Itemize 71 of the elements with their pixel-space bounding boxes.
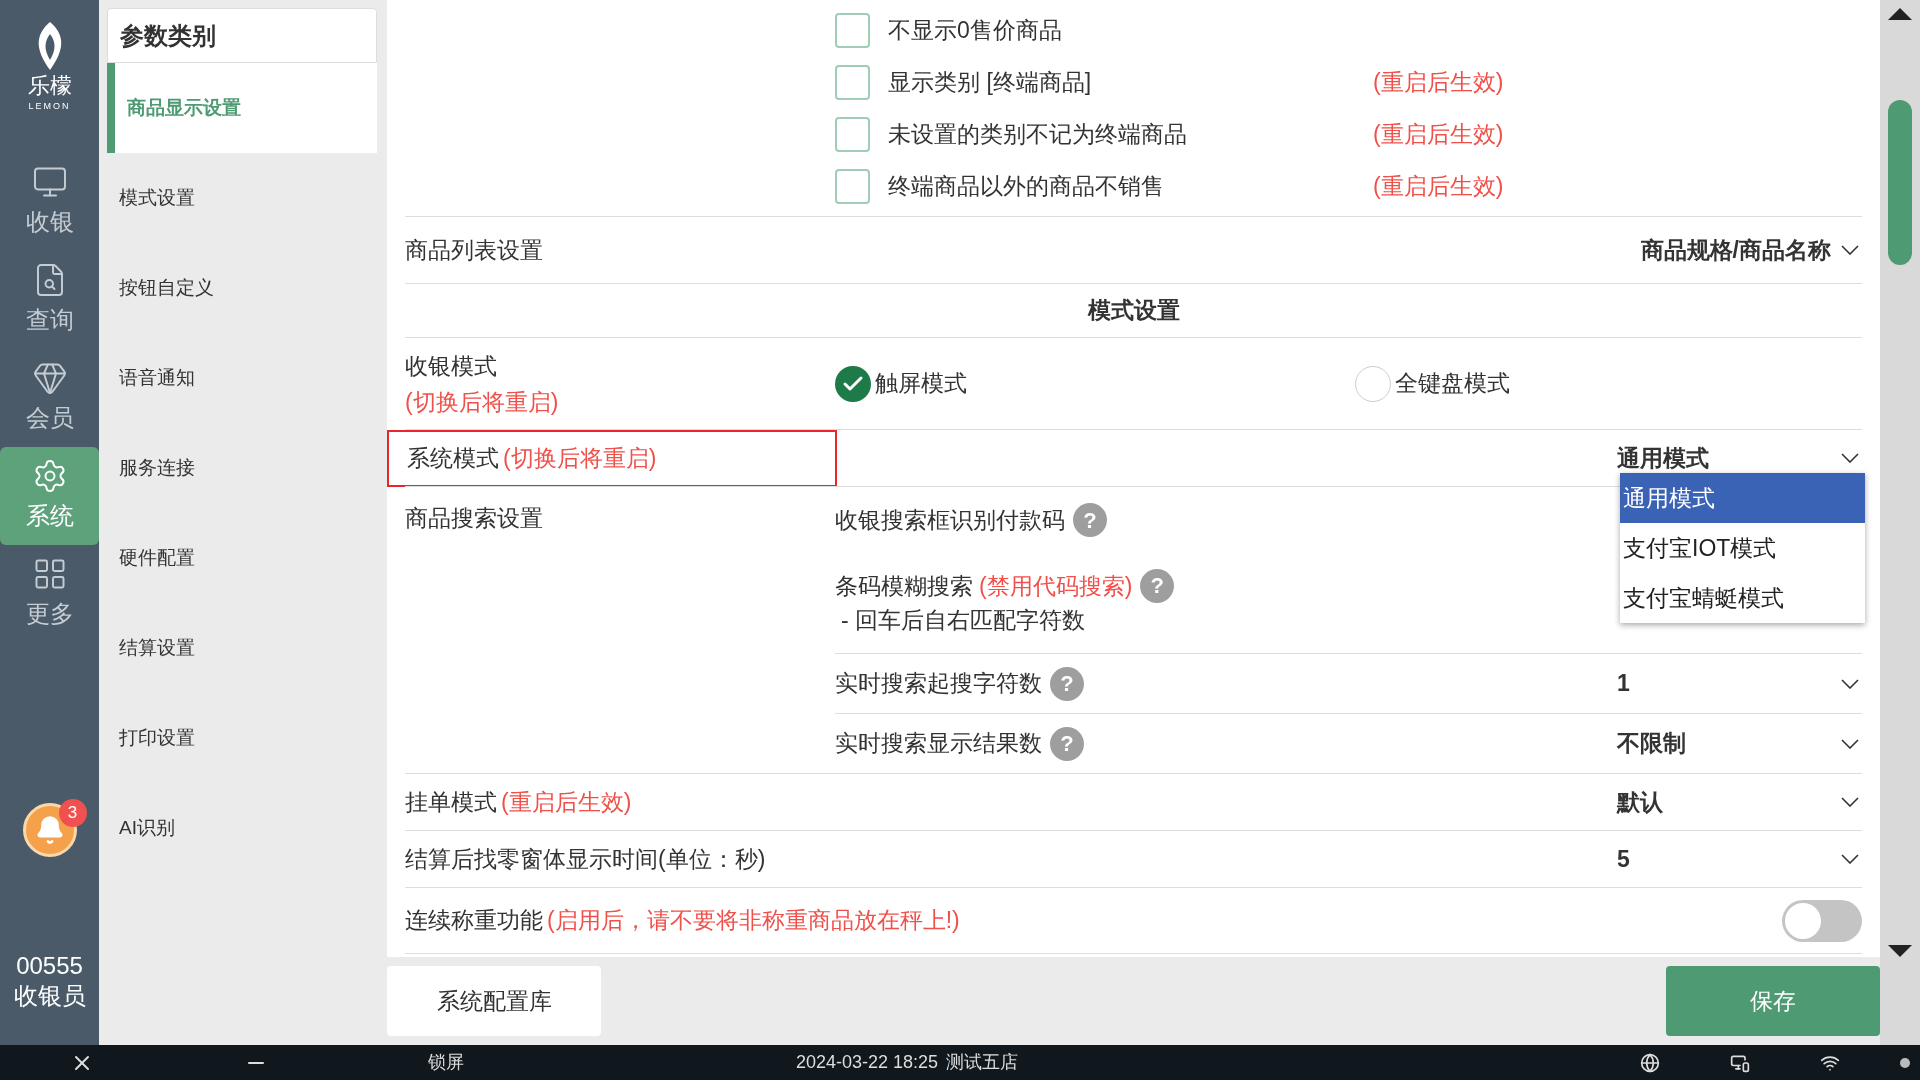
chevron-down-icon [1841,797,1859,807]
setting-label: 商品列表设置 [405,235,543,265]
chevron-down-icon [1841,678,1859,689]
setting-label: 收银搜索框识别付款码 [835,505,1065,535]
note-text: (重启后生效) [1373,67,1504,97]
note-text: (重启后生效) [1373,119,1504,149]
user-code: 00555 [16,951,83,981]
checkbox-label: 终端商品以外的商品不销售 [888,171,1165,201]
setting-sublabel: - 回车后自右匹配字符数 [841,606,1086,635]
chevron-down-icon [1841,245,1859,255]
select-value[interactable]: 通用模式 [1617,440,1831,476]
globe-icon[interactable] [1640,1052,1660,1073]
select-value[interactable]: 默认 [1617,784,1831,820]
chevron-down-icon [1841,854,1859,864]
category-item[interactable]: 模式设置 [107,153,377,243]
radio-option[interactable]: 全键盘模式 [1355,365,1510,402]
logo-subtext: LEMON [28,99,71,113]
category-item[interactable]: 结算设置 [107,603,377,693]
datetime-text: 2024-03-22 18:25 [796,1051,939,1074]
dropdown-option[interactable]: 支付宝蜻蜓模式 [1620,573,1865,623]
category-item[interactable]: 语音通知 [107,333,377,423]
toggle-switch[interactable] [1782,899,1862,942]
setting-label: 实时搜索起搜字符数 [835,669,1042,699]
note-text: (切换后将重启) [503,443,657,473]
nav-item[interactable]: 会员 [0,349,99,447]
setting-label: 系统模式 [407,443,499,473]
checkbox-label: 不显示0售价商品 [888,15,1063,45]
checkbox-label: 未设置的类别不记为终端商品 [888,119,1188,149]
dropdown-option[interactable]: 支付宝IOT模式 [1620,523,1865,573]
radio-option[interactable]: 触屏模式 [835,365,1355,402]
notification-badge: 3 [58,799,87,827]
category-item[interactable]: 打印设置 [107,693,377,783]
setting-label: 挂单模式 [405,787,497,817]
note-text: (重启后生效) [501,787,632,817]
user-role: 收银员 [13,981,86,1011]
category-item[interactable]: 服务连接 [107,423,377,513]
note-text: (切换后将重启) [405,387,560,417]
select-value[interactable]: 5 [1617,841,1831,877]
category-title: 参数类别 [107,8,377,63]
category-item[interactable]: 硬件配置 [107,513,377,603]
note-text: (启用后，请不要将非称重商品放在秤上!) [547,906,960,936]
checkbox[interactable] [835,12,870,48]
config-library-button[interactable]: 系统配置库 [387,966,601,1036]
checkbox[interactable] [835,168,870,204]
logo-text: 乐檬 [27,72,72,100]
setting-label: 条码模糊搜索 [835,571,973,601]
section-title: 模式设置 [405,283,1862,337]
select-value[interactable]: 1 [1617,666,1831,701]
setting-label: 商品搜索设置 [405,505,543,531]
select-value[interactable]: 不限制 [1617,726,1831,761]
lock-screen-link[interactable]: 锁屏 [428,1049,464,1076]
nav-item[interactable]: 更多 [0,545,99,643]
note-text: (重启后生效) [1373,171,1504,201]
nav-item[interactable]: 查询 [0,251,99,349]
category-item[interactable]: AI识别 [107,783,377,873]
checkbox[interactable] [835,116,870,152]
dropdown-option[interactable]: 通用模式 [1620,473,1865,523]
scrollbar[interactable] [1880,0,1920,1045]
select-value[interactable]: 商品规格/商品名称 [1640,232,1831,268]
setting-label: 实时搜索显示结果数 [835,729,1042,759]
chevron-down-icon [1841,453,1859,463]
setting-label: 结算后找零窗体显示时间(单位：秒) [405,844,766,874]
setting-label: 连续称重功能 [405,906,543,936]
store-name: 测试五店 [946,1051,1019,1074]
note-text: (禁用代码搜索) [979,572,1133,599]
category-item[interactable]: 按钮自定义 [107,243,377,333]
setting-label: 收银模式 [405,351,498,381]
checkbox[interactable] [835,64,870,100]
checkbox-label: 显示类别 [终端商品] [888,67,1093,97]
nav-item[interactable]: 收银 [0,153,99,251]
chevron-down-icon [1841,738,1859,749]
